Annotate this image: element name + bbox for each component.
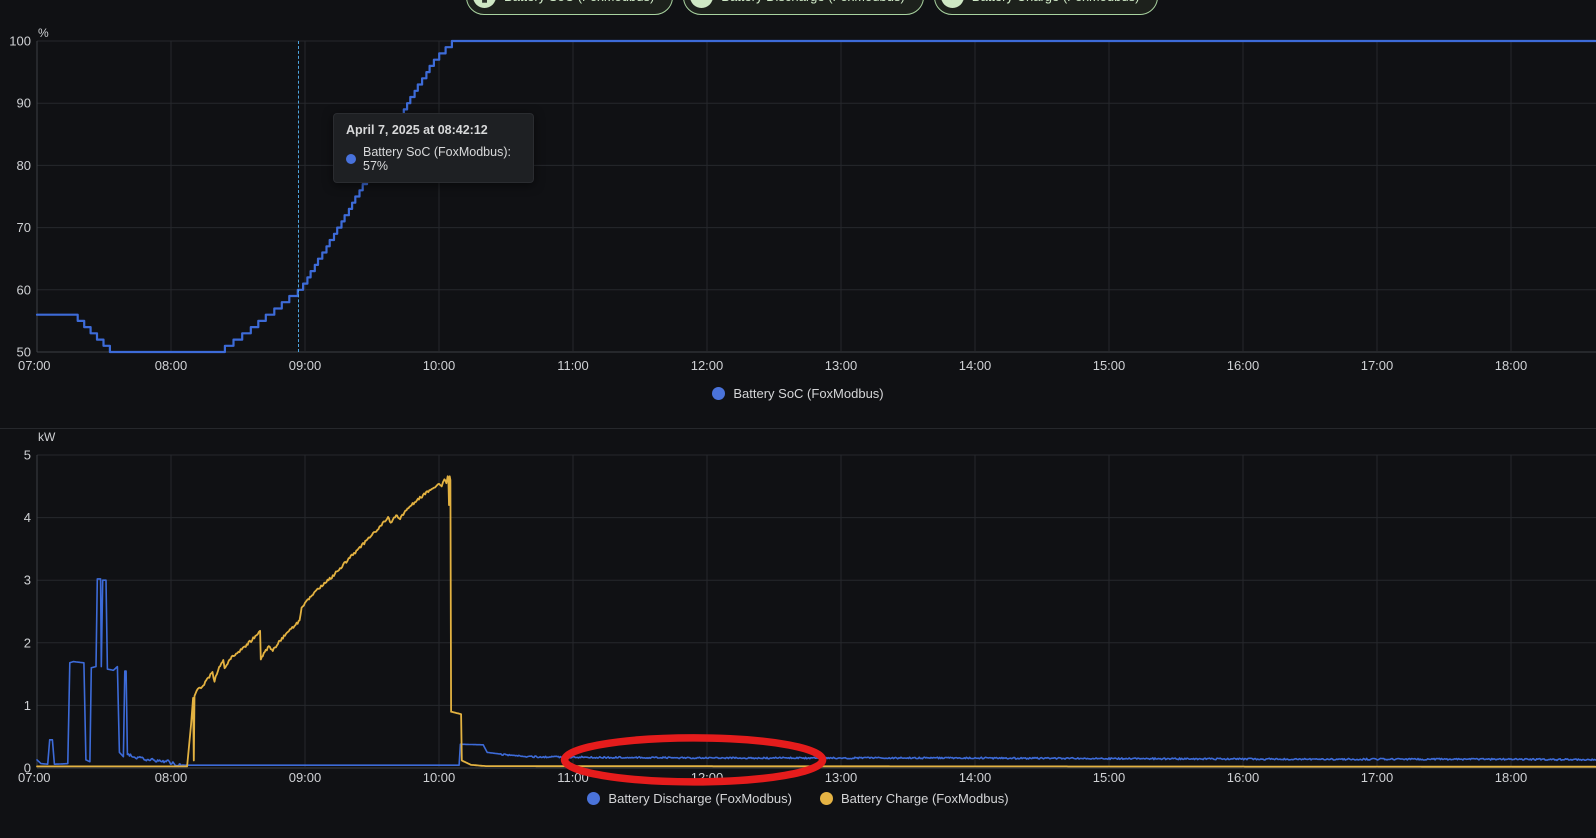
y-tick-label: 4 <box>24 510 31 525</box>
x-tick-label: 17:00 <box>1361 770 1394 785</box>
filter-pill-battery-charge[interactable]: ⇤ Battery Charge (FoxModbus) <box>934 0 1159 15</box>
battery-discharge-line <box>37 579 1595 766</box>
battery-charge-icon: ⇤ <box>941 0 964 8</box>
dashboard: 100908070605007:0008:0009:0010:0011:0012… <box>0 0 1596 838</box>
y-tick-label: 5 <box>24 448 31 463</box>
x-tick-label: 14:00 <box>959 770 992 785</box>
y-tick-label: 80 <box>17 158 31 173</box>
x-tick-label: 16:00 <box>1227 770 1260 785</box>
battery-soc-icon: ▮ <box>473 0 496 8</box>
soc-legend: Battery SoC (FoxModbus) <box>0 386 1596 401</box>
legend-series-dot <box>587 792 600 805</box>
legend-series-label: Battery Charge (FoxModbus) <box>841 791 1009 806</box>
battery-discharge-icon: ↦ <box>690 0 713 8</box>
y-tick-label: 2 <box>24 635 31 650</box>
legend-item[interactable]: Battery SoC (FoxModbus) <box>712 386 883 401</box>
filter-pill-label: Battery Charge (FoxModbus) <box>972 0 1140 4</box>
x-tick-label: 10:00 <box>423 358 456 373</box>
legend-series-dot <box>820 792 833 805</box>
x-tick-label: 11:00 <box>557 358 589 373</box>
x-tick-label: 15:00 <box>1093 358 1126 373</box>
x-tick-label: 13:00 <box>825 770 858 785</box>
x-tick-label: 12:00 <box>691 358 724 373</box>
y-tick-label: 100 <box>9 34 31 49</box>
x-tick-label: 18:00 <box>1495 358 1528 373</box>
entity-filter-row: ▮ Battery SoC (FoxModbus) ↦ Battery Disc… <box>466 0 1158 15</box>
x-tick-label: 07:00 <box>18 358 51 373</box>
x-tick-label: 09:00 <box>289 358 322 373</box>
filter-pill-battery-soc[interactable]: ▮ Battery SoC (FoxModbus) <box>466 0 673 15</box>
x-tick-label: 09:00 <box>289 770 322 785</box>
filter-pill-label: Battery Discharge (FoxModbus) <box>721 0 905 4</box>
x-tick-label: 16:00 <box>1227 358 1260 373</box>
y-tick-label: 70 <box>17 220 31 235</box>
axis-unit-label: kW <box>38 430 56 444</box>
x-tick-label: 07:00 <box>18 770 51 785</box>
x-tick-label: 13:00 <box>825 358 858 373</box>
y-tick-label: 60 <box>17 282 31 297</box>
tooltip-series-dot <box>346 154 356 164</box>
panel-divider <box>0 428 1596 429</box>
y-tick-label: 90 <box>17 96 31 111</box>
battery-charge-line <box>37 476 1595 766</box>
legend-item[interactable]: Battery Charge (FoxModbus) <box>820 791 1009 806</box>
x-tick-label: 15:00 <box>1093 770 1126 785</box>
x-tick-label: 14:00 <box>959 358 992 373</box>
y-tick-label: 1 <box>24 698 31 713</box>
axis-unit-label: % <box>38 26 49 40</box>
legend-item[interactable]: Battery Discharge (FoxModbus) <box>587 791 792 806</box>
filter-pill-label: Battery SoC (FoxModbus) <box>504 0 654 4</box>
x-tick-label: 10:00 <box>423 770 456 785</box>
legend-series-label: Battery Discharge (FoxModbus) <box>608 791 792 806</box>
power-legend: Battery Discharge (FoxModbus) Battery Cha… <box>0 791 1596 806</box>
hover-crosshair-line <box>298 41 299 352</box>
filter-pill-battery-discharge[interactable]: ↦ Battery Discharge (FoxModbus) <box>683 0 924 15</box>
y-tick-label: 3 <box>24 573 31 588</box>
x-tick-label: 18:00 <box>1495 770 1528 785</box>
chart-tooltip: April 7, 2025 at 08:42:12 Battery SoC (F… <box>333 113 534 183</box>
x-tick-label: 17:00 <box>1361 358 1394 373</box>
legend-series-label: Battery SoC (FoxModbus) <box>733 386 883 401</box>
x-tick-label: 08:00 <box>155 358 188 373</box>
tooltip-timestamp: April 7, 2025 at 08:42:12 <box>346 123 521 137</box>
x-tick-label: 08:00 <box>155 770 188 785</box>
tooltip-series-value: Battery SoC (FoxModbus): 57% <box>363 145 521 173</box>
charts-canvas[interactable]: 100908070605007:0008:0009:0010:0011:0012… <box>0 0 1596 838</box>
legend-series-dot <box>712 387 725 400</box>
battery-soc-line <box>37 41 1595 352</box>
